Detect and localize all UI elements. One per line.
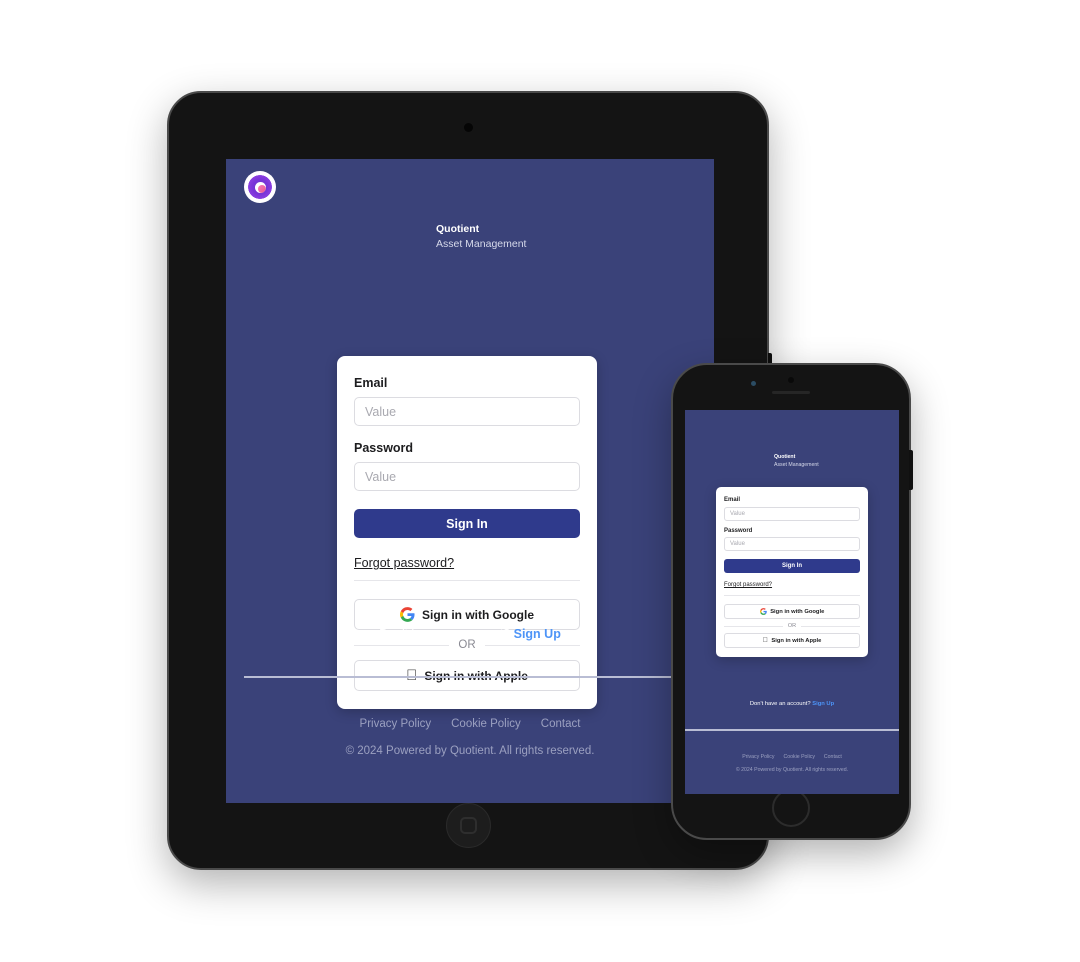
email-field-phone[interactable]: Value [724, 506, 860, 521]
brand-tagline: Asset Management [436, 238, 527, 250]
brand-name-phone: Quotient [774, 454, 796, 460]
signup-prompt-row: Don't have an account? Sign Up [226, 627, 714, 641]
sign-in-with-apple-button-phone[interactable]:  Sign in with Apple [724, 633, 860, 648]
email-label: Email [354, 376, 388, 390]
signup-prompt-text-phone: Don't have an account? [749, 701, 811, 707]
forgot-password-link-phone[interactable]: Forgot password? [724, 582, 772, 588]
brand-name: Quotient [436, 223, 480, 235]
sign-up-link[interactable]: Sign Up [514, 627, 561, 641]
login-app-tablet: Quotient Asset Management Email Value Pa… [226, 159, 714, 803]
brand-title-block-phone: Quotient Asset Management [774, 454, 819, 469]
password-field[interactable]: Value [354, 462, 580, 491]
forgot-password-link[interactable]: Forgot password? [354, 556, 454, 570]
copyright-text: © 2024 Powered by Quotient. All rights r… [345, 745, 595, 757]
google-button-label: Sign in with Google [422, 607, 534, 622]
phone-home-button[interactable] [772, 789, 810, 827]
google-button-label-phone: Sign in with Google [770, 608, 825, 615]
phone-device-frame: Quotient Asset Management Email Value Pa… [671, 363, 913, 840]
brand-title-block: Quotient Asset Management [436, 222, 526, 252]
footer-link-privacy-policy[interactable]: Privacy Policy [360, 718, 432, 730]
phone-camera-icon [788, 377, 794, 383]
password-placeholder-phone: Value [730, 541, 745, 547]
forgot-divider [354, 580, 580, 581]
forgot-divider-phone [724, 595, 860, 596]
email-placeholder: Value [365, 404, 397, 419]
signup-prompt-text: Don't have an account? [379, 627, 511, 641]
phone-screen: Quotient Asset Management Email Value Pa… [685, 410, 899, 794]
mockup-stage: Quotient Asset Management Email Value Pa… [0, 0, 1080, 962]
google-g-icon [400, 607, 415, 622]
phone-speaker-grille [772, 391, 810, 394]
footer-link-contact[interactable]: Contact [541, 718, 581, 730]
copyright-text-phone: © 2024 Powered by Quotient. All rights r… [735, 767, 849, 773]
password-label: Password [354, 441, 414, 455]
footer-links: Privacy Policy Cookie Policy Contact [226, 718, 714, 730]
sign-up-link-phone[interactable]: Sign Up [812, 701, 834, 707]
google-g-icon-phone [759, 608, 767, 615]
sign-in-with-google-button-phone[interactable]: Sign in with Google [724, 604, 860, 619]
phone-sensor-icon [751, 381, 756, 386]
login-card-phone: Email Value Password Value Sign In Forgo… [716, 487, 868, 657]
tablet-home-button[interactable] [445, 803, 491, 848]
footer-link-privacy-policy-phone[interactable]: Privacy Policy [742, 754, 774, 760]
footer-divider [244, 676, 696, 678]
apple-button-label-phone: Sign in with Apple [768, 637, 821, 644]
apple-logo-icon-phone:  [763, 637, 768, 644]
footer-links-phone: Privacy Policy Cookie Policy Contact [685, 754, 899, 760]
tablet-camera-icon [463, 123, 473, 132]
sign-in-button-phone[interactable]: Sign In [724, 559, 860, 573]
password-placeholder: Value [365, 469, 397, 484]
footer-link-cookie-policy-phone[interactable]: Cookie Policy [783, 754, 814, 760]
quotient-circle-logo-icon [244, 171, 276, 203]
tablet-screen: Quotient Asset Management Email Value Pa… [226, 159, 714, 803]
login-card: Email Value Password Value Sign In Forgo… [337, 356, 597, 709]
sign-in-with-google-button[interactable]: Sign in with Google [354, 599, 580, 630]
password-label-phone: Password [724, 527, 753, 534]
sign-in-button[interactable]: Sign In [354, 509, 580, 538]
email-field[interactable]: Value [354, 397, 580, 426]
footer-link-contact-phone[interactable]: Contact [824, 754, 842, 760]
phone-power-button[interactable] [909, 450, 913, 490]
footer-link-cookie-policy[interactable]: Cookie Policy [451, 718, 521, 730]
email-placeholder-phone: Value [730, 510, 745, 517]
email-label-phone: Email [724, 497, 741, 503]
footer-divider-phone [685, 729, 899, 731]
password-field-phone[interactable]: Value [724, 537, 860, 551]
brand-tagline-phone: Asset Management [774, 461, 819, 468]
signup-prompt-row-phone: Don't have an account? Sign Up [685, 701, 899, 707]
login-app-phone: Quotient Asset Management Email Value Pa… [685, 410, 899, 794]
or-label-phone: OR [787, 623, 797, 629]
or-divider-phone: OR [724, 623, 860, 629]
